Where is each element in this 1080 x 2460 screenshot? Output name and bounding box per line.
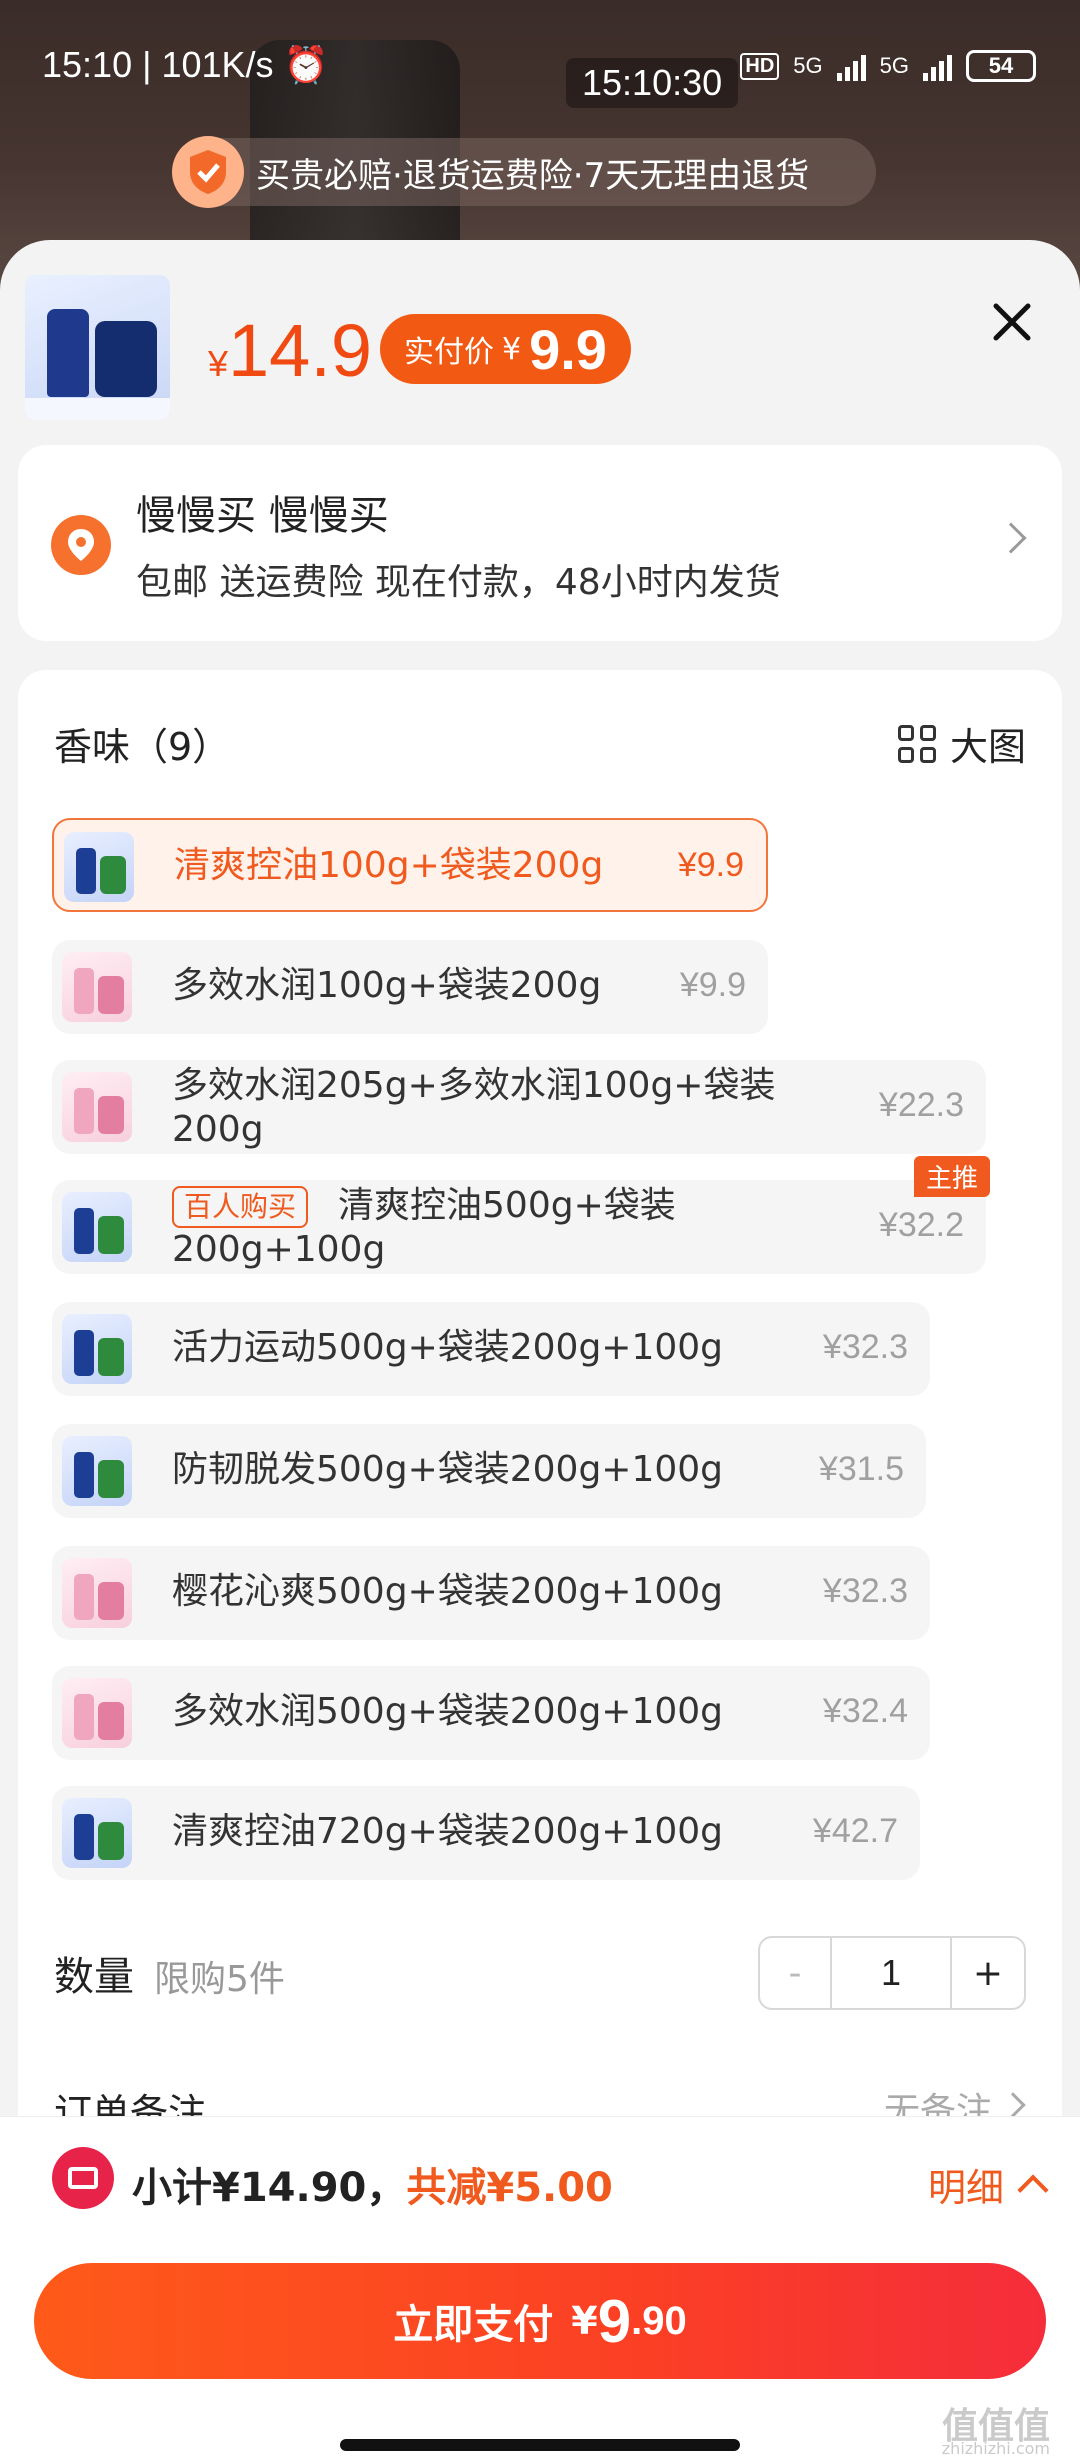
option-price: ¥22.3 [878, 1086, 964, 1124]
watermark-url: zhizhizhi.com [941, 2439, 1050, 2458]
option-item-6[interactable]: 防韧脱发500g+袋装200g+100g ¥31.5 [52, 1424, 926, 1518]
option-thumbnail [62, 1798, 132, 1868]
signal-icon-2 [923, 51, 952, 81]
options-card: 香味（9） 大图 清爽控油100g+袋装200g ¥9.9 多效水润100g+袋… [18, 670, 1062, 2160]
decrement-button[interactable]: - [760, 1938, 832, 2008]
price-yen: ¥ [208, 343, 229, 384]
paid-label: 实付价 [404, 335, 494, 370]
recommended-badge: 主推 [913, 1156, 990, 1197]
pay-now-button[interactable]: 立即支付 ¥ 9 .90 [34, 2263, 1046, 2379]
options-title: 香味（9） [54, 725, 231, 769]
quantity-stepper: - 1 + [758, 1936, 1026, 2010]
checkout-bar: 小计¥14.90，共减¥5.00 明细 立即支付 ¥ 9 .90 值值值 zhi… [0, 2116, 1080, 2460]
big-image-toggle[interactable]: 大图 [897, 716, 1026, 771]
shipping-info: 包邮 送运费险 现在付款，48小时内发货 [136, 562, 781, 603]
option-item-3[interactable]: 多效水润205g+多效水润100g+袋装200g ¥22.3 [52, 1060, 986, 1154]
discount-amount: 共减¥5.00 [406, 2165, 613, 2211]
chevron-right-icon [995, 522, 1027, 554]
address-name: 慢慢买 慢慢买 [136, 493, 389, 539]
option-thumbnail [62, 1072, 132, 1142]
option-thumbnail [62, 952, 132, 1022]
option-item-4[interactable]: 百人购买 清爽控油500g+袋装200g+100g ¥32.2 主推 [52, 1156, 990, 1274]
thumb-strip [25, 398, 170, 420]
guarantee-text: 买贵必赔·退货运费险·7天无理由退货 [256, 155, 810, 196]
price-value: 14.9 [228, 309, 373, 392]
close-icon[interactable] [990, 300, 1034, 344]
option-item-9[interactable]: 清爽控油720g+袋装200g+100g ¥42.7 [52, 1786, 920, 1880]
quantity-limit: 限购5件 [154, 1959, 285, 2000]
option-item-8[interactable]: 多效水润500g+袋装200g+100g ¥32.4 [52, 1666, 930, 1760]
status-right: HD 5G 5G 54 [740, 50, 1036, 82]
option-price: ¥9.9 [679, 966, 746, 1004]
guarantee-banner[interactable]: 买贵必赔·退货运费险·7天无理由退货 [172, 136, 876, 208]
option-item-2[interactable]: 多效水润100g+袋装200g ¥9.9 [52, 940, 768, 1034]
subtotal-amount: 小计¥14.90， [132, 2165, 407, 2211]
option-price: ¥32.4 [822, 1692, 908, 1730]
status-time: 15:10 [42, 44, 133, 85]
subtotal-text: 小计¥14.90，共减¥5.00 [132, 2155, 613, 2213]
pay-amount-dec: .90 [631, 2298, 687, 2343]
signal-icon [836, 51, 866, 81]
status-bar: 15:10 | 101K/s ⏰ 15:10:30 HD 5G 5G 54 [0, 0, 1080, 130]
chevron-up-icon [1017, 2173, 1049, 2206]
hd-icon: HD [740, 52, 780, 80]
location-pin-icon [51, 515, 111, 575]
option-price: ¥32.3 [822, 1572, 908, 1610]
option-thumbnail [62, 1678, 132, 1748]
option-name: 多效水润500g+袋装200g+100g [172, 1691, 724, 1732]
option-name: 百人购买 清爽控油500g+袋装200g+100g [172, 1184, 772, 1272]
thumb-bottle [47, 309, 89, 397]
detail-label: 明细 [927, 2166, 1004, 2210]
option-price: ¥31.5 [818, 1450, 904, 1488]
alarm-icon: ⏰ [283, 44, 329, 85]
pay-label: 立即支付 [393, 2302, 554, 2348]
option-thumbnail [62, 1314, 132, 1384]
option-price: ¥42.7 [812, 1812, 898, 1850]
home-indicator[interactable] [340, 2439, 740, 2451]
option-item-1[interactable]: 清爽控油100g+袋装200g ¥9.9 [52, 818, 768, 912]
battery-icon: 54 [966, 50, 1036, 82]
status-speed: 101K/s [161, 44, 274, 85]
option-item-5[interactable]: 活力运动500g+袋装200g+100g ¥32.3 [52, 1302, 930, 1396]
option-item-7[interactable]: 樱花沁爽500g+袋装200g+100g ¥32.3 [52, 1546, 930, 1640]
network-label-2: 5G [879, 53, 909, 78]
option-thumbnail [62, 1558, 132, 1628]
status-left: 15:10 | 101K/s ⏰ [42, 44, 329, 85]
product-thumbnail[interactable] [25, 275, 170, 420]
option-name: 清爽控油100g+袋装200g [174, 845, 604, 886]
coupon-icon [52, 2147, 114, 2209]
option-thumbnail [62, 1436, 132, 1506]
option-name: 活力运动500g+袋装200g+100g [172, 1327, 724, 1368]
paid-price-badge: 实付价 ¥ 9.9 [380, 314, 631, 384]
status-center-time: 15:10:30 [566, 58, 739, 108]
popular-tag: 百人购买 [172, 1186, 309, 1228]
paid-yen: ¥ [502, 331, 522, 367]
option-thumbnail [64, 832, 134, 902]
detail-toggle[interactable]: 明细 [927, 2157, 1049, 2212]
big-image-label: 大图 [949, 725, 1026, 769]
network-label-1: 5G [793, 53, 823, 78]
option-name: 清爽控油720g+袋装200g+100g [172, 1811, 724, 1852]
paid-value: 9.9 [529, 317, 607, 381]
option-price: ¥32.2 [878, 1206, 964, 1244]
pay-yen: ¥ [571, 2299, 598, 2343]
grid-icon [897, 724, 936, 763]
option-thumbnail [62, 1192, 132, 1262]
original-price: ¥14.9 [208, 308, 372, 393]
pay-amount-int: 9 [597, 2287, 632, 2355]
option-name: 多效水润205g+多效水润100g+袋装200g [172, 1065, 776, 1150]
option-name: 防韧脱发500g+袋装200g+100g [172, 1449, 724, 1490]
option-price: ¥32.3 [822, 1328, 908, 1366]
chevron-right-icon [1000, 2092, 1026, 2118]
quantity-label: 数量 [54, 1954, 134, 2000]
option-price: ¥9.9 [677, 846, 744, 884]
address-card[interactable]: 慢慢买 慢慢买 包邮 送运费险 现在付款，48小时内发货 [18, 445, 1062, 641]
thumb-pouch [95, 321, 157, 397]
option-name: 樱花沁爽500g+袋装200g+100g [172, 1571, 724, 1612]
quantity-input[interactable]: 1 [832, 1938, 952, 2008]
shield-check-icon [172, 136, 244, 208]
option-name: 多效水润100g+袋装200g [172, 965, 602, 1006]
increment-button[interactable]: + [952, 1938, 1024, 2008]
